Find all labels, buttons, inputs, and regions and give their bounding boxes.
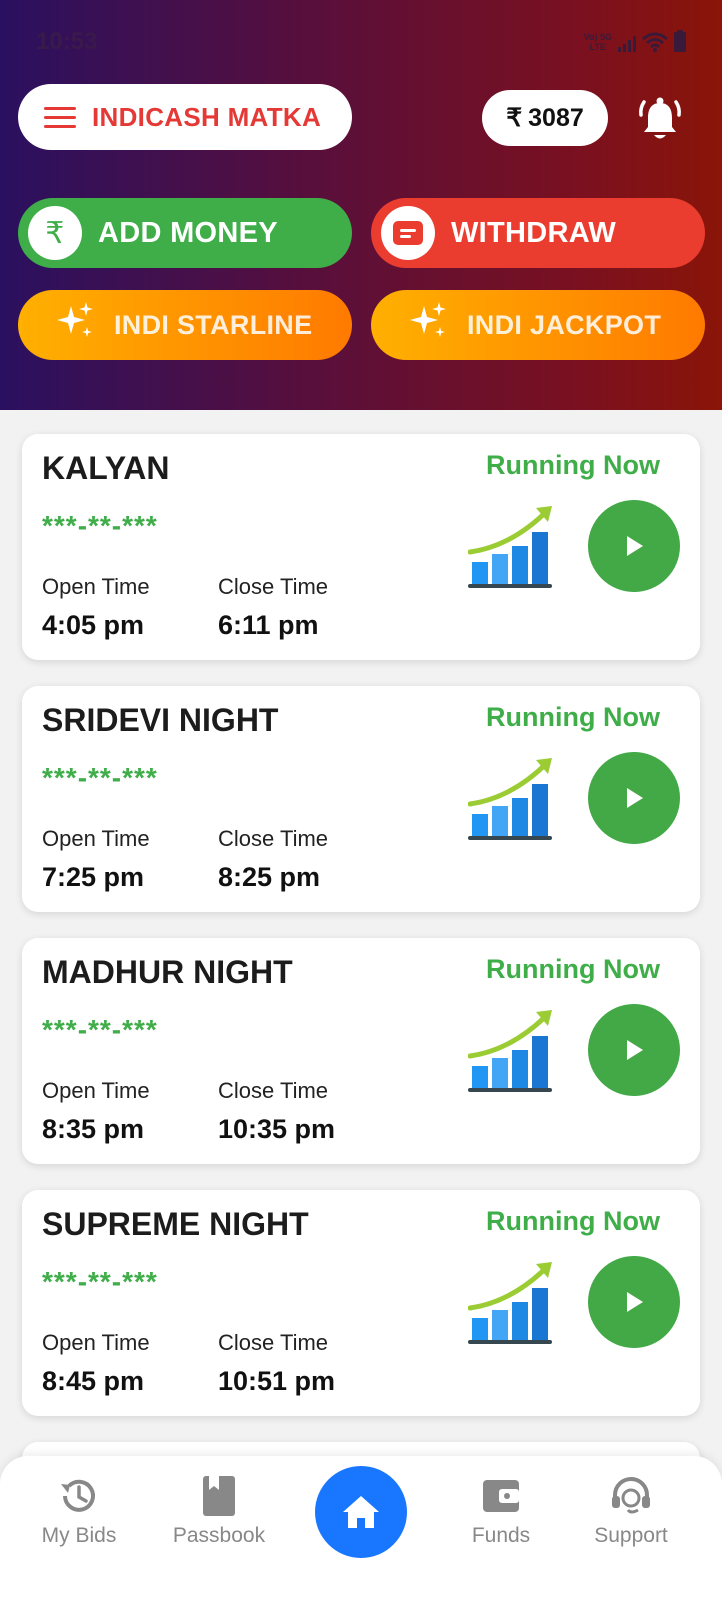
- close-time-value: 6:11 pm: [218, 610, 319, 640]
- play-button[interactable]: [588, 1004, 680, 1096]
- open-time-value: 7:25 pm: [42, 862, 145, 892]
- growth-chart-icon: [467, 754, 558, 847]
- open-time-label: Open Time: [42, 574, 150, 599]
- starline-label: INDI STARLINE: [114, 309, 313, 340]
- open-time-label: Open Time: [42, 1078, 150, 1103]
- market-result: ***-**-***: [42, 1266, 158, 1297]
- close-time-value: 10:35 pm: [218, 1114, 336, 1144]
- rupee-symbol: ₹: [506, 104, 523, 132]
- growth-chart-icon: [467, 1006, 558, 1099]
- growth-chart-icon: [467, 1258, 558, 1351]
- market-name: KALYAN: [42, 450, 170, 486]
- play-button[interactable]: [588, 752, 680, 844]
- status-time: 10:53: [36, 28, 98, 55]
- market-name: SUPREME NIGHT: [42, 1206, 309, 1242]
- history-icon: [14, 1474, 144, 1518]
- withdraw-button[interactable]: WITHDRAW: [371, 198, 705, 268]
- growth-chart-icon: [467, 502, 558, 595]
- market-card-sridevi-night[interactable]: SRIDEVI NIGHT ***-**-*** Running Now Ope…: [22, 686, 700, 912]
- menu-button[interactable]: INDICASH MATKA: [18, 84, 352, 150]
- notification-bell-icon[interactable]: [638, 96, 682, 149]
- starline-button[interactable]: INDI STARLINE: [18, 290, 352, 360]
- close-time-value: 10:51 pm: [218, 1366, 336, 1396]
- nav-funds[interactable]: Funds: [436, 1474, 566, 1548]
- nav-support-label: Support: [594, 1524, 668, 1547]
- withdraw-label: WITHDRAW: [451, 216, 617, 249]
- play-button[interactable]: [588, 500, 680, 592]
- open-time-value: 8:45 pm: [42, 1366, 145, 1396]
- wifi-icon: [642, 32, 668, 52]
- home-icon: [343, 1496, 379, 1528]
- close-time-label: Close Time: [218, 1078, 329, 1103]
- nav-funds-label: Funds: [471, 1524, 531, 1547]
- wallet-balance-button[interactable]: ₹ 3087: [482, 90, 608, 146]
- market-status: Running Now: [486, 450, 660, 480]
- hamburger-menu-icon: [44, 106, 76, 128]
- market-card-supreme-night[interactable]: SUPREME NIGHT ***-**-*** Running Now Ope…: [22, 1190, 700, 1416]
- play-icon: [627, 1292, 643, 1312]
- network-type: LTE: [589, 42, 606, 52]
- battery-icon: [674, 30, 686, 52]
- market-card-kalyan[interactable]: KALYAN ***-**-*** Running Now Open Time …: [22, 434, 700, 660]
- market-status: Running Now: [486, 954, 660, 984]
- wallet-icon: [436, 1474, 566, 1518]
- market-name: SRIDEVI NIGHT: [42, 702, 279, 738]
- rupee-icon: ₹: [28, 206, 82, 260]
- jackpot-label: INDI JACKPOT: [467, 309, 662, 340]
- nav-passbook-label: Passbook: [172, 1524, 266, 1547]
- close-time-label: Close Time: [218, 574, 329, 599]
- close-time-label: Close Time: [218, 1330, 329, 1355]
- close-time-label: Close Time: [218, 826, 329, 851]
- card-icon: [381, 206, 435, 260]
- network-indicator: Vo) 5G LTE: [584, 32, 612, 52]
- nav-my-bids[interactable]: My Bids: [14, 1474, 144, 1548]
- market-result: ***-**-***: [42, 510, 158, 541]
- sparkle-icon: [407, 300, 449, 350]
- market-name: MADHUR NIGHT: [42, 954, 293, 990]
- market-result: ***-**-***: [42, 1014, 158, 1045]
- nav-home-button[interactable]: [315, 1466, 407, 1558]
- open-time-value: 4:05 pm: [42, 610, 145, 640]
- wallet-balance: 3087: [528, 103, 584, 132]
- book-icon: [154, 1474, 284, 1518]
- play-icon: [627, 1040, 643, 1060]
- nav-passbook[interactable]: Passbook: [154, 1474, 284, 1548]
- add-money-button[interactable]: ₹ ADD MONEY: [18, 198, 352, 268]
- headset-icon: [566, 1474, 696, 1518]
- open-time-label: Open Time: [42, 826, 150, 851]
- header-background: 10:53 Vo) 5G LTE INDICASH MATKA ₹ 3087 ₹…: [0, 0, 722, 410]
- network-label: Vo) 5G: [583, 32, 612, 42]
- play-button[interactable]: [588, 1256, 680, 1348]
- play-icon: [627, 536, 643, 556]
- add-money-label: ADD MONEY: [98, 216, 278, 249]
- sparkle-icon: [54, 300, 96, 350]
- status-icons: Vo) 5G LTE: [584, 30, 686, 52]
- nav-my-bids-label: My Bids: [41, 1524, 117, 1547]
- status-bar: 10:53 Vo) 5G LTE: [0, 0, 722, 70]
- signal-icon: [618, 36, 636, 52]
- market-result: ***-**-***: [42, 762, 158, 793]
- app-title: INDICASH MATKA: [92, 101, 322, 132]
- open-time-label: Open Time: [42, 1330, 150, 1355]
- market-status: Running Now: [486, 1206, 660, 1236]
- market-status: Running Now: [486, 702, 660, 732]
- market-card-madhur-night[interactable]: MADHUR NIGHT ***-**-*** Running Now Open…: [22, 938, 700, 1164]
- open-time-value: 8:35 pm: [42, 1114, 145, 1144]
- bottom-navigation: My Bids Passbook Funds Support: [0, 1456, 722, 1599]
- close-time-value: 8:25 pm: [218, 862, 321, 892]
- play-icon: [627, 788, 643, 808]
- nav-support[interactable]: Support: [566, 1474, 696, 1548]
- jackpot-button[interactable]: INDI JACKPOT: [371, 290, 705, 360]
